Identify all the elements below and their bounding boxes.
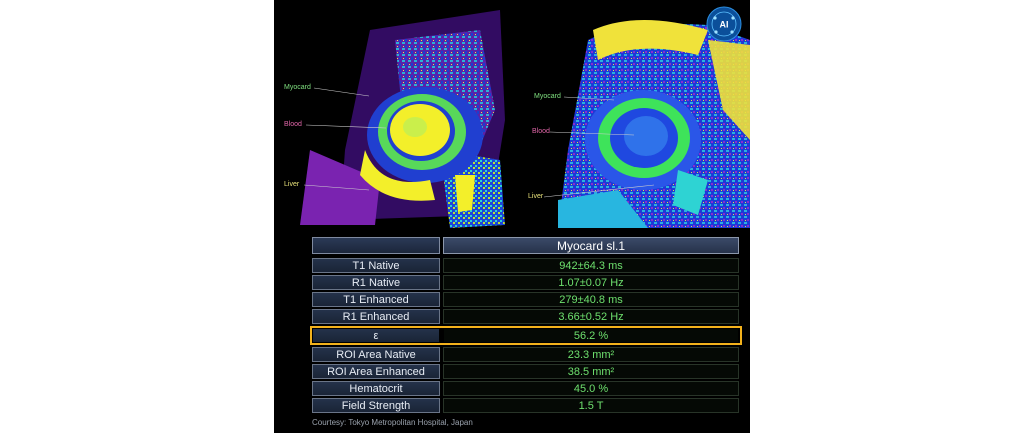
row-label: ε [312, 328, 440, 343]
logo-text: AI [720, 20, 729, 30]
row-label: T1 Enhanced [312, 292, 440, 307]
right-blood-pointer [549, 131, 635, 136]
row-value: 45.0 % [443, 381, 739, 396]
image-credit: Courtesy: Tokyo Metropolitan Hospital, J… [312, 418, 473, 427]
table-row: ROI Area Enhanced 38.5 mm² [310, 364, 742, 379]
table-header-blank [312, 237, 440, 254]
molecule-badge-icon: AI [706, 6, 742, 42]
row-value: 23.3 mm² [443, 347, 739, 362]
row-value: 56.2 % [443, 328, 739, 343]
table-row: Hematocrit 45.0 % [310, 381, 742, 396]
row-value: 1.5 T [443, 398, 739, 413]
row-label: Hematocrit [312, 381, 440, 396]
table-header-title: Myocard sl.1 [443, 237, 739, 254]
table-row: Field Strength 1.5 T [310, 398, 742, 413]
row-value: 1.07±0.07 Hz [443, 275, 739, 290]
row-label: ROI Area Enhanced [312, 364, 440, 379]
row-label: Field Strength [312, 398, 440, 413]
annotation-lines [303, 87, 655, 198]
table-row: R1 Enhanced 3.66±0.52 Hz [310, 309, 742, 324]
row-value: 279±40.8 ms [443, 292, 739, 307]
right-liver-pointer [543, 184, 655, 198]
table-row: T1 Enhanced 279±40.8 ms [310, 292, 742, 307]
row-label: T1 Native [312, 258, 440, 273]
left-liver-pointer [303, 184, 370, 191]
table-row-highlighted: ε 56.2 % [310, 328, 742, 343]
left-blood-pointer [305, 124, 387, 129]
row-label: ROI Area Native [312, 347, 440, 362]
figure-panel: Myocard Blood Liver Myocard Blood Liver … [274, 0, 750, 433]
table-row: R1 Native 1.07±0.07 Hz [310, 275, 742, 290]
row-value: 38.5 mm² [443, 364, 739, 379]
table-row: ROI Area Native 23.3 mm² [310, 347, 742, 362]
row-label: R1 Native [312, 275, 440, 290]
table-header-row: Myocard sl.1 [310, 237, 742, 254]
right-myocard-pointer [563, 96, 615, 101]
row-label: R1 Enhanced [312, 309, 440, 324]
row-value: 3.66±0.52 Hz [443, 309, 739, 324]
row-value: 942±64.3 ms [443, 258, 739, 273]
table-row: T1 Native 942±64.3 ms [310, 258, 742, 273]
left-myocard-pointer [313, 87, 370, 97]
